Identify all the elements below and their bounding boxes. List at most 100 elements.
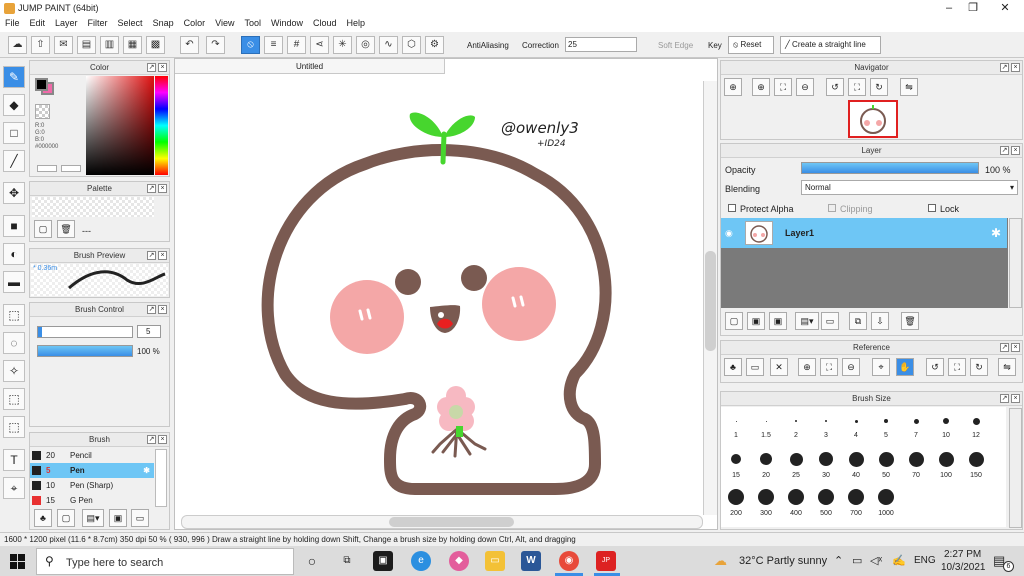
brush-item-selected[interactable]: 5 Pen ✱ [30, 463, 154, 478]
network-icon[interactable]: ▭ [852, 554, 862, 567]
tray-up-icon[interactable]: ⌃ [834, 554, 843, 567]
delete-layer-icon[interactable]: 🗑 [901, 312, 919, 330]
layer-item[interactable]: ◉ Layer1 ✱ [721, 218, 1007, 248]
brush-size-dot[interactable] [878, 489, 894, 505]
clipping-checkbox[interactable] [828, 204, 836, 212]
zoom-in-icon-2[interactable]: ⊕ [752, 78, 770, 96]
redo-icon[interactable]: ↷ [206, 36, 225, 54]
menu-select[interactable]: Select [113, 17, 148, 29]
float-icon[interactable]: ↗ [1000, 63, 1009, 72]
blending-select[interactable]: Normal ▾ [801, 180, 1018, 195]
taskbar-search[interactable]: ⚲ Type here to search [36, 548, 294, 575]
task-view-icon[interactable]: ⧉ [337, 551, 357, 571]
rect-select-tool-icon[interactable]: ⬚ [3, 304, 25, 326]
layer-settings-icon[interactable]: ✱ [991, 226, 1001, 240]
ref-zoom-in-icon[interactable]: ⊕ [798, 358, 816, 376]
correction-select[interactable]: 25 [565, 37, 637, 52]
brush-size-dot[interactable] [818, 489, 834, 505]
zoom-out-icon[interactable]: ⊖ [796, 78, 814, 96]
brush-item[interactable]: 15 G Pen [30, 493, 154, 508]
create-straight-line-button[interactable]: ╱ Create a straight line [780, 36, 881, 54]
hue-slider[interactable] [155, 76, 168, 175]
float-icon[interactable]: ↗ [147, 63, 156, 72]
zoom-in-icon[interactable]: ⊕ [724, 78, 742, 96]
brush-size-dot[interactable] [735, 420, 737, 422]
snap-off-icon[interactable]: ⦸ [241, 36, 260, 54]
close-button[interactable]: ✕ [990, 0, 1020, 17]
close-panel-icon[interactable]: × [158, 251, 167, 260]
export-icon[interactable]: ⇧ [31, 36, 50, 54]
pen-tool-icon[interactable]: ✎ [3, 66, 25, 88]
close-panel-icon[interactable]: × [1011, 63, 1020, 72]
menu-view[interactable]: View [210, 17, 239, 29]
brush-new-icon[interactable]: ▢ [57, 509, 75, 527]
new-layer-icon[interactable]: ▢ [725, 312, 743, 330]
ref-stamp-icon[interactable]: ♣ [724, 358, 742, 376]
ref-flip-icon[interactable]: ⇋ [998, 358, 1016, 376]
layer-opacity-slider[interactable] [801, 162, 979, 174]
brush-size-dot[interactable] [943, 418, 949, 424]
ref-open-icon[interactable]: ▭ [746, 358, 764, 376]
jump-paint-icon[interactable]: JP [596, 551, 616, 571]
lock-checkbox[interactable] [928, 204, 936, 212]
layer-scrollbar[interactable] [1009, 218, 1022, 308]
ref-hand-icon[interactable]: ✋ [896, 358, 914, 376]
float-icon[interactable]: ↗ [147, 435, 156, 444]
brush-size-dot[interactable] [760, 453, 772, 465]
brush-folder-icon[interactable]: ▭ [131, 509, 149, 527]
lasso-tool-icon[interactable]: ◌ [3, 332, 25, 354]
close-panel-icon[interactable]: × [158, 305, 167, 314]
clock-date[interactable]: 10/3/2021 [941, 562, 986, 573]
menu-help[interactable]: Help [342, 17, 371, 29]
paint-app-icon[interactable]: ◆ [449, 551, 469, 571]
close-panel-icon[interactable]: × [158, 435, 167, 444]
new-layer-1bit-icon[interactable]: ▣ [769, 312, 787, 330]
color-mode-button-2[interactable] [61, 165, 81, 172]
menu-filter[interactable]: Filter [83, 17, 113, 29]
snap-circle-icon[interactable]: ◎ [356, 36, 375, 54]
ref-fit-icon[interactable]: ⛶ [820, 358, 838, 376]
eraser-tool-icon[interactable]: ◆ [3, 94, 25, 116]
new-layer-8bit-icon[interactable]: ▣ [747, 312, 765, 330]
close-panel-icon[interactable]: × [1011, 343, 1020, 352]
ref-reset-icon[interactable]: ⛶ [948, 358, 966, 376]
menu-file[interactable]: File [0, 17, 25, 29]
float-icon[interactable]: ↗ [1000, 343, 1009, 352]
protect-alpha-checkbox[interactable] [728, 204, 736, 212]
windows-start-icon[interactable] [10, 554, 25, 569]
undo-icon[interactable]: ↶ [180, 36, 199, 54]
ref-zoom-out-icon[interactable]: ⊖ [842, 358, 860, 376]
select-eraser-tool-icon[interactable]: ⬚ [3, 416, 25, 438]
ref-eyedropper-icon[interactable]: ⌖ [872, 358, 890, 376]
brush-size-grid[interactable]: 1 1.5 2 3 4 5 7 10 12 15 20 25 30 40 50 70 100 150 200 300 4… [721, 407, 1006, 527]
snap-grid-icon[interactable]: # [287, 36, 306, 54]
cloud-icon[interactable]: ☁ [8, 36, 27, 54]
saturation-value-picker[interactable] [86, 76, 154, 175]
brush-size-dot[interactable] [788, 489, 804, 505]
palette-new-icon[interactable]: ▢ [34, 220, 52, 238]
file-explorer-icon[interactable]: ▭ [485, 551, 505, 571]
palette-swatches[interactable] [32, 197, 154, 217]
select-pen-tool-icon[interactable]: ⬚ [3, 388, 25, 410]
message-icon[interactable]: ▤ [77, 36, 96, 54]
eyedropper-tool-icon[interactable]: ⌖ [3, 477, 25, 499]
reset-rotate-icon[interactable]: ⛶ [848, 78, 866, 96]
palette-delete-icon[interactable]: 🗑 [57, 220, 75, 238]
rotate-right-icon[interactable]: ↻ [870, 78, 888, 96]
fit-icon[interactable]: ⛶ [774, 78, 792, 96]
cortana-icon[interactable]: ○ [302, 551, 322, 571]
canvas-area[interactable]: Untitled @owenly3 +ID24 [174, 58, 718, 530]
brush-size-dot[interactable] [825, 420, 827, 422]
float-icon[interactable]: ↗ [1000, 146, 1009, 155]
snap-parallel-icon[interactable]: ≡ [264, 36, 283, 54]
eye-icon[interactable]: ◉ [725, 228, 733, 239]
brush-menu-icon[interactable]: ▤▾ [82, 509, 104, 527]
brush-size-dot[interactable] [848, 451, 864, 467]
primary-color-swatch[interactable] [35, 78, 48, 91]
word-icon[interactable]: W [521, 551, 541, 571]
snap-settings-icon[interactable]: ⚙ [425, 36, 444, 54]
layer-folder-icon[interactable]: ▭ [821, 312, 839, 330]
duplicate-layer-icon[interactable]: ⧉ [849, 312, 867, 330]
move-tool-icon[interactable]: ✥ [3, 182, 25, 204]
edge-icon[interactable]: e [411, 551, 431, 571]
